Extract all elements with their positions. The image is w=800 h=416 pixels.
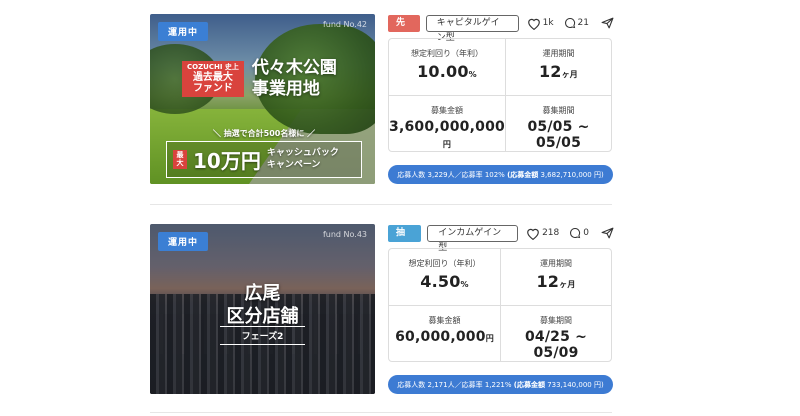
yield-value: 10.00	[417, 62, 469, 81]
promo-text: キャッシュバック キャンペーン	[266, 147, 339, 170]
fund-card[interactable]: 運用中 fund No.43 広尾 区分店舗 フェーズ2 抽選 インカムゲイン型…	[150, 224, 614, 396]
title-block: COZUCHI 史上 過去最大 ファンド 代々木公園 事業用地	[182, 58, 337, 101]
period-label: 運用期間	[542, 49, 575, 58]
amount-value: 60,000,000	[395, 329, 486, 345]
like-count: 1k	[542, 18, 554, 28]
amount-label: 募集金額	[428, 316, 461, 325]
applicants-label: 応募人数	[397, 170, 426, 179]
period-cell: 運用期間 12ヶ月	[500, 249, 611, 305]
fund-image[interactable]: 運用中 fund No.42 COZUCHI 史上 過去最大 ファンド 代々木公…	[150, 14, 375, 184]
fund-card[interactable]: 運用中 fund No.42 COZUCHI 史上 過去最大 ファンド 代々木公…	[150, 14, 614, 186]
fund-number: fund No.42	[322, 20, 367, 29]
comment-icon	[564, 17, 575, 29]
heart-icon	[527, 228, 539, 240]
fund-stats: 想定利回り（年利） 4.50% 運用期間 12ヶ月 募集金額 60,000,00…	[388, 248, 612, 362]
amount-cell: 募集金額 3,600,000,000 円	[389, 95, 505, 151]
property-title: 広尾 区分店舗	[226, 283, 299, 328]
like-count: 218	[542, 228, 560, 238]
applicants-value: 3,229人	[427, 170, 455, 179]
sale-method-tag: 抽選	[388, 224, 422, 255]
amount-value: 3,600,000,000	[389, 119, 505, 135]
recruit-period-cell: 募集期間 05/05 ~ 05/05	[504, 95, 611, 151]
comment-count: 21	[577, 18, 589, 28]
divider	[150, 412, 612, 413]
applied-label: (応募金額	[513, 380, 545, 389]
record-badge-small: COZUCHI 史上	[187, 63, 239, 72]
yield-label: 想定利回り（年利）	[410, 49, 483, 58]
share-button[interactable]	[601, 227, 614, 239]
divider	[150, 204, 612, 205]
promo-max-label: 最大	[173, 149, 187, 170]
promo-box: 最大 10万円 キャッシュバック キャンペーン	[166, 141, 362, 178]
applicants-label: 応募人数	[397, 380, 426, 389]
status-badge: 運用中	[158, 232, 209, 251]
fund-stats: 想定利回り（年利） 10.00% 運用期間 12ヶ月 募集金額 3,600,00…	[388, 38, 612, 152]
share-button[interactable]	[601, 17, 614, 29]
period-value: 12	[538, 62, 562, 81]
rate-label: 応募率	[461, 170, 483, 179]
period-unit: ヶ月	[559, 280, 576, 289]
share-icon	[601, 227, 614, 239]
amount-label: 募集金額	[430, 106, 463, 115]
recruit-value: 05/05 ~ 05/05	[527, 119, 590, 151]
yield-unit: %	[460, 280, 469, 289]
fund-meta-row: 先着 キャピタルゲイン型 1k 21	[388, 14, 614, 45]
recruit-value: 04/25 ~ 05/09	[524, 329, 588, 361]
rate-value: 102%	[484, 170, 505, 179]
fund-type-label: インカムゲイン型	[427, 224, 519, 253]
amount-unit: 円	[485, 334, 494, 343]
applicants-value: 2,171人	[427, 380, 455, 389]
phase-label: フェーズ2	[220, 326, 305, 345]
applied-label: (応募金額	[507, 170, 539, 179]
comment-count: 0	[583, 228, 589, 238]
promo-amount: 10万円	[193, 149, 261, 173]
fund-image[interactable]: 運用中 fund No.43 広尾 区分店舗 フェーズ2	[150, 224, 375, 394]
period-unit: ヶ月	[561, 70, 579, 79]
yield-value: 4.50	[420, 272, 461, 291]
comment-button[interactable]: 0	[569, 227, 589, 239]
yield-unit: %	[468, 70, 477, 79]
record-badge-big: 過去最大 ファンド	[192, 72, 233, 95]
application-status-bar: 応募人数 3,229人／応募率 102% (応募金額 3,682,710,000…	[388, 165, 613, 184]
recruit-label: 募集期間	[540, 316, 572, 325]
yield-cell: 想定利回り（年利） 10.00%	[389, 39, 505, 95]
amount-unit: 円	[442, 140, 452, 149]
comment-button[interactable]: 21	[564, 17, 589, 29]
applied-amount: 3,682,710,000	[540, 170, 592, 179]
period-value: 12	[536, 272, 560, 291]
yield-cell: 想定利回り（年利） 4.50%	[389, 249, 500, 305]
promo-banner: ＼ 抽選で合計500名様に ／ 最大 10万円 キャッシュバック キャンペーン	[166, 128, 362, 178]
recruit-label: 募集期間	[542, 106, 575, 115]
comment-icon	[570, 227, 581, 239]
period-cell: 運用期間 12ヶ月	[504, 39, 611, 95]
applied-unit: 円)	[593, 170, 604, 179]
period-label: 運用期間	[540, 259, 572, 268]
heart-icon	[527, 18, 540, 30]
rate-value: 1,221%	[484, 380, 512, 389]
application-status-bar: 応募人数 2,171人／応募率 1,221% (応募金額 733,140,000…	[388, 375, 613, 394]
fund-type-label: キャピタルゲイン型	[425, 14, 519, 43]
promo-top-text: ＼ 抽選で合計500名様に ／	[212, 129, 316, 138]
share-icon	[601, 17, 614, 29]
fund-number: fund No.43	[322, 230, 367, 239]
fund-meta-row: 抽選 インカムゲイン型 218 0	[388, 224, 614, 255]
rate-label: 応募率	[461, 380, 483, 389]
like-button[interactable]: 1k	[527, 17, 554, 30]
record-badge: COZUCHI 史上 過去最大 ファンド	[182, 61, 244, 98]
applied-unit: 円)	[593, 380, 604, 389]
property-title: 代々木公園 事業用地	[251, 58, 337, 100]
amount-cell: 募集金額 60,000,000円	[389, 305, 500, 361]
applied-amount: 733,140,000	[547, 380, 592, 389]
sale-method-tag: 先着	[388, 14, 420, 45]
status-badge: 運用中	[158, 22, 209, 41]
recruit-period-cell: 募集期間 04/25 ~ 05/09	[500, 305, 611, 361]
like-button[interactable]: 218	[526, 227, 559, 240]
yield-label: 想定利回り（年利）	[408, 259, 481, 268]
